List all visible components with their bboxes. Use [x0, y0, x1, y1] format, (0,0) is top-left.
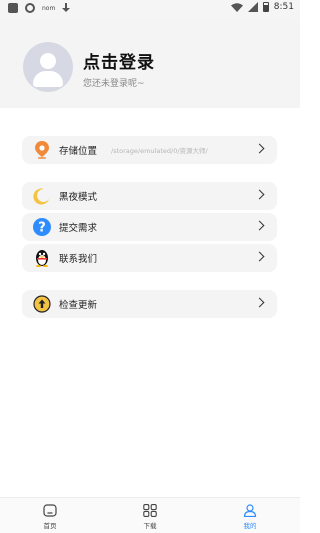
nav-download[interactable]: 下载 [125, 504, 175, 530]
check-update-label: 检查更新 [59, 300, 98, 311]
grid-icon [143, 504, 157, 517]
chevron-right-icon [254, 251, 265, 262]
storage-location-row[interactable]: 存储位置 /storage/emulated/0/资源大师/ [22, 136, 277, 164]
home-icon [43, 504, 57, 517]
nav-home-label: 首页 [43, 522, 57, 530]
download-notification-icon [62, 3, 71, 13]
svg-text:?: ? [38, 221, 46, 236]
dark-mode-row[interactable]: 黑夜模式 [22, 182, 277, 210]
submit-request-label: 提交需求 [59, 223, 98, 234]
status-bar: nom 8:51 [0, 0, 300, 18]
upload-icon [28, 290, 56, 318]
nav-mine-label: 我的 [243, 522, 257, 530]
contact-us-label: 联系我们 [59, 254, 98, 265]
wifi-icon [230, 2, 243, 12]
avatar-head [40, 53, 56, 69]
nav-download-label: 下载 [143, 522, 157, 530]
chevron-right-icon [254, 189, 265, 200]
bottom-navigation: 首页 下载 我的 [0, 497, 300, 533]
storage-path: /storage/emulated/0/资源大师/ [111, 147, 208, 155]
chevron-right-icon [254, 297, 265, 308]
submit-request-row[interactable]: ? 提交需求 [22, 213, 277, 241]
question-icon: ? [28, 213, 56, 241]
chevron-right-icon [254, 143, 265, 154]
check-update-row[interactable]: 检查更新 [22, 290, 277, 318]
circle-notification-icon [25, 3, 35, 13]
nav-home[interactable]: 首页 [25, 504, 75, 530]
login-subtitle: 您还未登录呢~ [83, 79, 145, 89]
avatar[interactable] [23, 42, 73, 92]
dark-mode-label: 黑夜模式 [59, 192, 98, 203]
storage-location-label: 存储位置 [59, 146, 98, 157]
status-left-text: nom [42, 4, 56, 12]
contact-us-row[interactable]: 联系我们 [22, 244, 277, 272]
chevron-right-icon [254, 220, 265, 231]
avatar-body [33, 71, 63, 87]
battery-icon [262, 2, 269, 12]
profile-header[interactable]: 点击登录 您还未登录呢~ [0, 18, 300, 108]
login-title[interactable]: 点击登录 [83, 48, 155, 73]
moon-icon [28, 182, 56, 210]
nav-mine[interactable]: 我的 [225, 504, 275, 530]
location-pin-icon [28, 136, 56, 164]
app-notification-icon [8, 3, 18, 13]
profile-icon [243, 504, 257, 517]
qq-penguin-icon [28, 244, 56, 272]
status-time: 8:51 [273, 2, 294, 12]
signal-icon [247, 2, 258, 12]
